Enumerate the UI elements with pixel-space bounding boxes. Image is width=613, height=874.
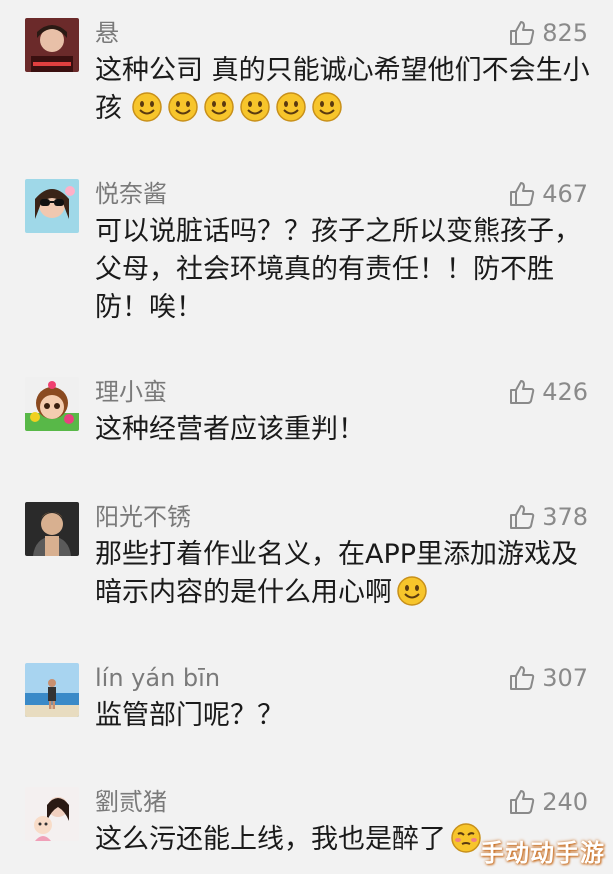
thumbs-up-icon [508,378,536,406]
comment-body: 这么污还能上线，我也是醉了 [95,824,446,855]
smile-emoji [275,92,306,122]
avatar[interactable] [25,179,79,233]
avatar[interactable] [25,377,79,431]
thumbs-up-icon [508,19,536,47]
smile-emoji [311,92,342,122]
avatar[interactable] [25,18,79,72]
thumbs-up-icon [508,664,536,692]
drunk-emoji [451,823,481,853]
like-button[interactable]: 378 [508,502,588,532]
watermark: 手动动手游 [480,839,605,867]
like-count: 825 [542,19,588,47]
avatar[interactable] [25,787,79,841]
like-count: 467 [542,180,588,208]
emoji-group [122,92,347,124]
smile-emoji [397,576,427,606]
comment-text: 可以说脏话吗？？孩子之所以变熊孩子，父母，社会环境真的有责任！！防不胜防！唉！ [95,216,581,323]
like-count: 307 [542,664,588,692]
avatar[interactable] [25,502,79,556]
username[interactable]: 劉贰猪 [95,787,167,817]
avatar[interactable] [25,663,79,717]
comment-body: 那些打着作业名义，在APP里添加游戏及暗示内容的是什么用心啊 [95,539,579,608]
smile-emoji [203,92,234,122]
username[interactable]: 悦奈酱 [95,179,167,209]
comment-text: 这种公司 真的只能诚心希望他们不会生小孩 [95,52,595,128]
like-count: 240 [542,788,588,816]
like-button[interactable]: 426 [508,377,588,407]
username[interactable]: lín yán bīn [95,663,220,693]
comment-text: 那些打着作业名义，在APP里添加游戏及暗示内容的是什么用心啊 [95,536,595,612]
thumbs-up-icon [508,180,536,208]
smile-emoji [131,92,162,122]
like-button[interactable]: 467 [508,179,588,209]
comment-text: 这种经营者应该重判！ [95,414,365,445]
thumbs-up-icon [508,788,536,816]
comment-text: 监管部门呢？？ [95,700,284,731]
thumbs-up-icon [508,503,536,531]
username[interactable]: 阳光不锈 [95,502,191,532]
smile-emoji [167,92,198,122]
smile-emoji [239,92,270,122]
like-count: 378 [542,503,588,531]
like-button[interactable]: 825 [508,18,588,48]
like-button[interactable]: 240 [508,787,588,817]
like-count: 426 [542,378,588,406]
username[interactable]: 理小蛮 [95,377,167,407]
username[interactable]: 悬 [95,18,119,48]
like-button[interactable]: 307 [508,663,588,693]
